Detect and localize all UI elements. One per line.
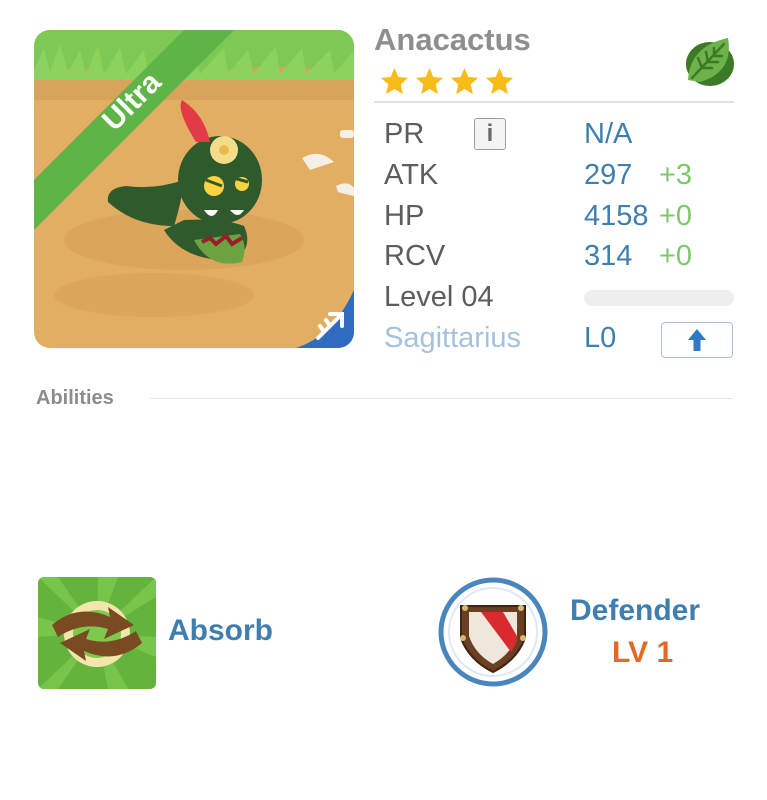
level-label: Level 04 <box>384 281 494 313</box>
atk-bonus: +3 <box>659 159 693 191</box>
abilities-divider <box>150 398 732 399</box>
abilities-header: Abilities <box>36 387 114 409</box>
monster-portrait[interactable]: Ultra <box>34 30 354 348</box>
atk-value: 297 <box>584 159 633 191</box>
leaf-icon <box>680 32 736 88</box>
zodiac-link[interactable]: Sagittarius <box>384 322 521 355</box>
monster-name: Anacactus <box>374 22 531 57</box>
star-icon <box>485 67 514 95</box>
header-divider <box>374 101 734 103</box>
level-progress-bar <box>584 290 734 306</box>
shield-icon[interactable] <box>437 576 549 688</box>
hp-value: 4158 <box>584 200 649 232</box>
ability-level-defender: LV 1 <box>612 636 674 669</box>
ability-name-defender[interactable]: Defender <box>570 594 700 628</box>
atk-label: ATK <box>384 159 439 191</box>
rcv-bonus: +0 <box>659 240 693 272</box>
hp-label: HP <box>384 200 425 232</box>
rcv-label: RCV <box>384 240 446 272</box>
ability-name-absorb[interactable]: Absorb <box>168 614 273 648</box>
pr-value: N/A <box>584 118 633 150</box>
absorb-arrows-icon[interactable] <box>38 577 156 689</box>
zodiac-level-up-button[interactable] <box>661 322 733 358</box>
zodiac-level-value: L0 <box>584 322 617 354</box>
star-icon <box>450 67 479 95</box>
sagittarius-icon <box>296 290 354 348</box>
info-icon: i <box>486 120 494 147</box>
arrow-up-icon <box>688 329 706 351</box>
star-rating <box>379 66 515 97</box>
rcv-value: 314 <box>584 240 633 272</box>
hp-bonus: +0 <box>659 200 693 232</box>
info-button[interactable]: i <box>474 118 506 150</box>
pr-label: PR <box>384 118 425 150</box>
star-icon <box>415 67 444 95</box>
star-icon <box>380 67 409 95</box>
